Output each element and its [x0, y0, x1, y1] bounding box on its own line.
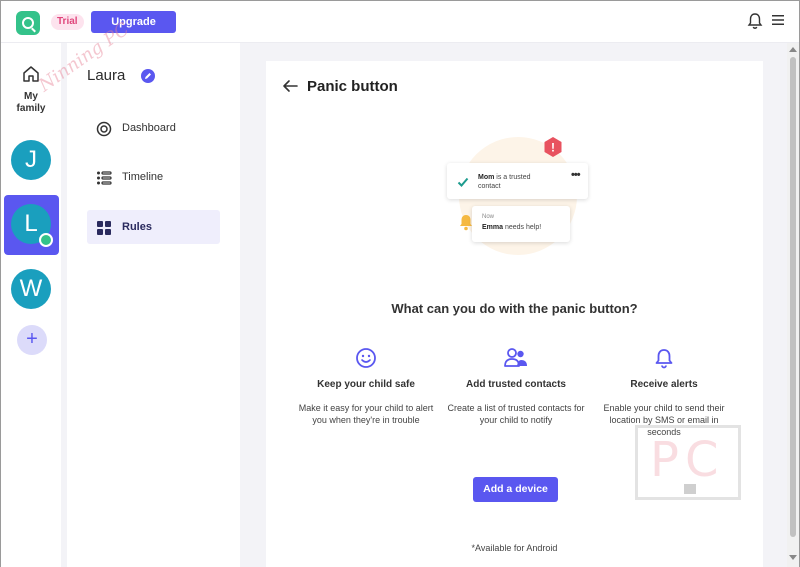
scroll-down-arrow-icon[interactable] [789, 555, 797, 560]
sidebar-item-label: Dashboard [122, 122, 176, 134]
online-status-dot [39, 233, 53, 247]
family-rail: My family J L W + [1, 43, 61, 567]
sidebar-item-rules[interactable]: Rules [87, 210, 220, 244]
notifications-bell-icon[interactable] [747, 12, 763, 30]
help-alert-card: Now Emma needs help! [472, 206, 570, 242]
page-title: Panic button [307, 78, 398, 95]
section-heading: What can you do with the panic button? [391, 301, 638, 316]
availability-footnote: *Available for Android [471, 543, 558, 553]
watermark-box: PC [635, 425, 741, 500]
trusted-contact-card: Mom is a trusted contact ••• [447, 163, 588, 199]
feature-title: Receive alerts [630, 379, 698, 390]
bell-icon [655, 349, 673, 369]
scroll-up-arrow-icon[interactable] [789, 47, 797, 52]
child-avatar-j[interactable]: J [11, 140, 51, 180]
alert-message: needs help! [503, 224, 542, 231]
content-background-right [763, 43, 787, 567]
contacts-icon [504, 348, 527, 367]
sidebar-item-label: Rules [122, 221, 152, 233]
content-background-top [266, 43, 763, 61]
hamburger-menu-icon[interactable] [771, 13, 785, 27]
grid-icon [97, 221, 111, 235]
feature-title: Keep your child safe [317, 379, 415, 390]
sidebar-item-label: Timeline [122, 171, 164, 183]
sidebar-item-dashboard[interactable]: Dashboard [87, 111, 220, 145]
feature-description: Create a list of trusted contacts for yo… [447, 403, 585, 425]
target-icon [96, 121, 112, 137]
smiley-icon [356, 348, 376, 368]
watermark-square [684, 484, 696, 494]
watermark-box-text: PC [650, 432, 725, 488]
feature-trusted-contacts: Add trusted contacts Create a list of tr… [446, 347, 586, 426]
trial-badge: Trial [51, 14, 84, 30]
child-avatar-w[interactable]: W [11, 269, 51, 309]
sidebar-item-timeline[interactable]: Timeline [87, 160, 220, 194]
timeline-icon [97, 171, 112, 185]
edit-pencil-icon[interactable] [141, 69, 155, 83]
trusted-contact-text: Mom is a trusted contact [478, 173, 531, 191]
alert-child-name: Emma [482, 224, 504, 231]
alert-hexagon-icon: ! [544, 137, 562, 157]
add-device-button[interactable]: Add a device [473, 477, 558, 502]
check-icon [457, 177, 469, 187]
feature-title: Add trusted contacts [465, 379, 566, 390]
vertical-scrollbar[interactable] [787, 43, 799, 567]
feature-keep-safe: Keep your child safe Make it easy for yo… [296, 347, 436, 426]
app-logo-icon[interactable] [16, 11, 40, 35]
scrollbar-thumb[interactable] [790, 57, 796, 537]
alert-text: Emma needs help! [482, 224, 541, 231]
contact-name: Mom [478, 174, 495, 181]
contact-line2: contact [478, 183, 501, 190]
contact-suffix: is a trusted [494, 174, 531, 181]
child-sidebar: Laura Dashboard Timeline Rules [67, 47, 240, 567]
child-name-heading: Laura [87, 67, 126, 84]
add-child-button[interactable]: + [17, 325, 47, 355]
content-background [240, 43, 266, 567]
alert-mark-text: ! [551, 141, 555, 155]
more-options-icon: ••• [571, 169, 581, 181]
feature-description: Make it easy for your child to alert you… [298, 403, 434, 425]
alert-time: Now [482, 214, 495, 220]
back-arrow-icon[interactable] [282, 79, 298, 93]
